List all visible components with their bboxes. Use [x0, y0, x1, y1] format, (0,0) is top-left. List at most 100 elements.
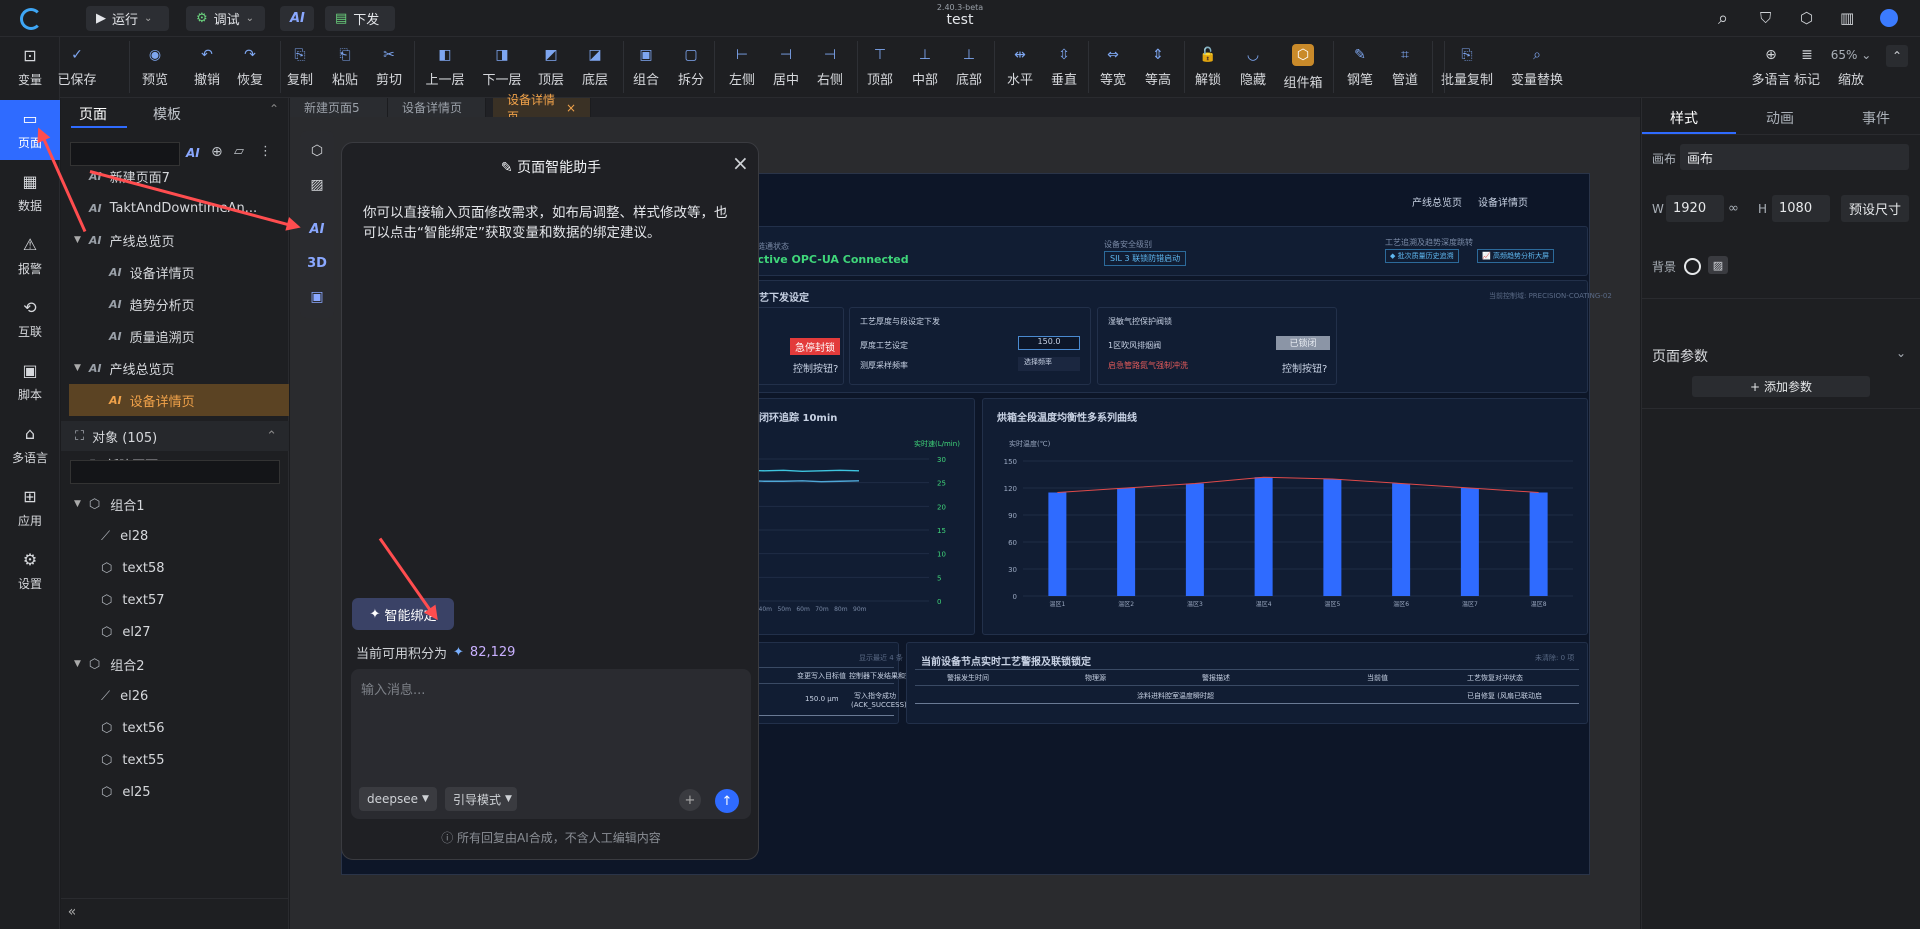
object-tree-item[interactable]: ⬡ text58	[61, 552, 289, 584]
object-tree-item[interactable]: ⬡ text55	[61, 744, 289, 776]
ai-assistant-icon[interactable]: AI	[300, 213, 334, 245]
rail-interconnect[interactable]: ⟲ 互联	[0, 289, 60, 349]
rail-alarm[interactable]: ⚠ 报警	[0, 226, 60, 286]
page-tree-item[interactable]: AI 质量追溯页	[61, 320, 289, 352]
page-tree-item[interactable]: AI 设备详情页	[61, 256, 289, 288]
doc-tab-1[interactable]: 新建页面5	[290, 98, 388, 117]
dash-valve-state[interactable]: 已锁闭	[1276, 336, 1330, 350]
dash-estop-button[interactable]: 急停封锁	[790, 338, 840, 355]
user-avatar[interactable]	[1880, 9, 1898, 27]
toolbar-batch-copy[interactable]: ⎘ 批量复制	[1437, 37, 1497, 98]
more-icon[interactable]: ⋮	[259, 144, 272, 159]
send-icon[interactable]: ↑	[715, 789, 739, 813]
search-icon[interactable]: ⌕	[1718, 8, 1728, 29]
page-tree-item[interactable]: ▼ AI 产线总览页	[61, 224, 289, 256]
zoom-select[interactable]: 65% ⌄	[1831, 47, 1872, 63]
image-stack-icon[interactable]: ▨	[300, 169, 334, 201]
run-button[interactable]: ▶ 运行 ⌄	[86, 6, 169, 31]
caret-down-icon[interactable]: ▼	[74, 659, 81, 669]
dash-trace-btn1[interactable]: ◆ 批次质量历史追溯	[1385, 249, 1459, 263]
toolbar-layer-up[interactable]: ◧ 上一层	[415, 37, 475, 98]
collapse-toolbar-icon[interactable]: ⌃	[1886, 45, 1908, 67]
dash-thickness-input[interactable]: 150.0	[1018, 336, 1080, 350]
object-tree-item[interactable]: ⟋ el26	[61, 680, 289, 712]
object-tree-item[interactable]: ⬡ text56	[61, 712, 289, 744]
caret-down-icon[interactable]: ▼	[74, 363, 81, 373]
ai-image-icon[interactable]: ▣	[300, 281, 334, 313]
tab-style[interactable]: 样式	[1670, 108, 1698, 128]
dash-ctrl-btn[interactable]: 控制按钮?	[793, 360, 838, 375]
model-select[interactable]: deepsee ▼	[359, 787, 437, 811]
object-tree-item[interactable]: ⬡ el27	[61, 616, 289, 648]
rail-apps[interactable]: ⊞ 应用	[0, 478, 60, 538]
height-input[interactable]: 1080	[1772, 195, 1830, 222]
folder-icon[interactable]: ▱	[234, 144, 244, 159]
cube-icon[interactable]: ⬡	[300, 135, 334, 167]
align-middle-icon: ⊥	[918, 47, 932, 63]
caret-down-icon[interactable]: ▼	[74, 235, 81, 245]
objects-header[interactable]: ⛶ 对象 (105) ⌃	[61, 421, 289, 451]
layout-icon[interactable]: ▥	[1840, 9, 1854, 27]
collapse-up-icon[interactable]: ⌃	[266, 429, 277, 444]
page-tree-item[interactable]: AI 新建页面7	[61, 160, 289, 192]
ai-page-button[interactable]: AI	[186, 146, 200, 160]
close-icon[interactable]: ×	[732, 151, 749, 175]
chevron-down-icon[interactable]: ⌄	[1896, 346, 1906, 360]
cube-icon[interactable]: ⬡	[1800, 9, 1813, 27]
object-tree-item[interactable]: ▼ ⬡ 组合1	[61, 488, 289, 520]
tab-events[interactable]: 事件	[1862, 108, 1890, 128]
page-tree-item[interactable]: AI 趋势分析页	[61, 288, 289, 320]
collapse-left-icon[interactable]: «	[60, 904, 84, 928]
doc-tab-2[interactable]: 设备详情页	[388, 98, 486, 117]
chart1-ytick: 0	[937, 598, 941, 606]
object-tree-item[interactable]: ⟋ el28	[61, 520, 289, 552]
dash-nav-device[interactable]: 设备详情页	[1478, 194, 1528, 209]
width-input[interactable]: 1920	[1666, 195, 1724, 222]
object-tree-item[interactable]: ⬡ text57	[61, 584, 289, 616]
toolbar-saved[interactable]: ✓ 已保存	[47, 37, 107, 98]
dash-trace-btn2[interactable]: 📈 高频趋势分析大屏	[1477, 249, 1554, 263]
ai-button[interactable]: AI	[280, 6, 314, 31]
tab-animation[interactable]: 动画	[1766, 108, 1794, 128]
toolbar-zoom-label[interactable]: 65% ⌄ 缩放	[1821, 37, 1881, 98]
mode-select[interactable]: 引导模式 ▼	[445, 787, 517, 811]
object-search-input[interactable]	[70, 460, 280, 484]
add-page-icon[interactable]: ⊕	[211, 144, 223, 160]
debug-button[interactable]: ⚙ 调试 ⌄	[186, 6, 265, 31]
toolbar-pipe[interactable]: ⌗ 管道	[1375, 37, 1435, 98]
toolbar-preview[interactable]: ◉ 预览	[125, 37, 185, 98]
three-d-button[interactable]: 3D	[300, 247, 334, 279]
background-image-icon[interactable]: ▨	[1708, 256, 1728, 274]
rail-script[interactable]: ▣ 脚本	[0, 352, 60, 412]
dash-nav-overview[interactable]: 产线总览页	[1412, 194, 1462, 209]
rail-settings[interactable]: ⚙ 设置	[0, 541, 60, 601]
deploy-button[interactable]: ▤ 下发	[325, 6, 395, 31]
tab-pages[interactable]: 页面	[79, 104, 107, 124]
dash-ctrl-btn2[interactable]: 控制按钮?	[1282, 360, 1327, 375]
object-tree-item[interactable]: ▼ ⬡ 组合2	[61, 648, 289, 680]
message-input[interactable]: 输入消息...	[361, 679, 741, 759]
background-color-swatch[interactable]	[1684, 258, 1701, 275]
object-tree-item[interactable]: ⬡ el25	[61, 776, 289, 808]
shield-icon[interactable]: ⛉	[1760, 9, 1771, 27]
canvas-name-input[interactable]: 画布	[1680, 144, 1909, 170]
preset-size-button[interactable]: 预设尺寸	[1841, 195, 1909, 222]
rail-multilang[interactable]: ⌂ 多语言	[0, 415, 60, 475]
collapse-up-icon[interactable]: ⌃	[269, 102, 279, 116]
tab-templates[interactable]: 模板	[153, 104, 181, 124]
toolbar-cut[interactable]: ✂ 剪切	[359, 37, 419, 98]
attach-icon[interactable]: +	[679, 789, 701, 811]
close-icon[interactable]: ×	[566, 101, 576, 115]
toolbar-component-box[interactable]: ⬡ 组件箱	[1273, 37, 1333, 98]
page-tree-item[interactable]: AI TaktAndDowntimeAn...	[61, 192, 289, 224]
page-tree-item[interactable]: ▼ AI 产线总览页	[61, 352, 289, 384]
doc-tab-3[interactable]: 设备详情页×	[493, 93, 591, 124]
cube-icon: ⬡	[101, 784, 113, 800]
toolbar-var-replace[interactable]: ⌕ 变量替换	[1507, 37, 1567, 98]
add-param-button[interactable]: + 添加参数	[1692, 376, 1870, 397]
caret-down-icon[interactable]: ▼	[74, 499, 81, 509]
dash-sample-select[interactable]: 选择频率	[1018, 357, 1080, 371]
rail-data[interactable]: ▦ 数据	[0, 163, 60, 223]
page-tree-item[interactable]: AI 设备详情页	[69, 384, 289, 416]
link-icon[interactable]: ∞	[1728, 201, 1739, 216]
